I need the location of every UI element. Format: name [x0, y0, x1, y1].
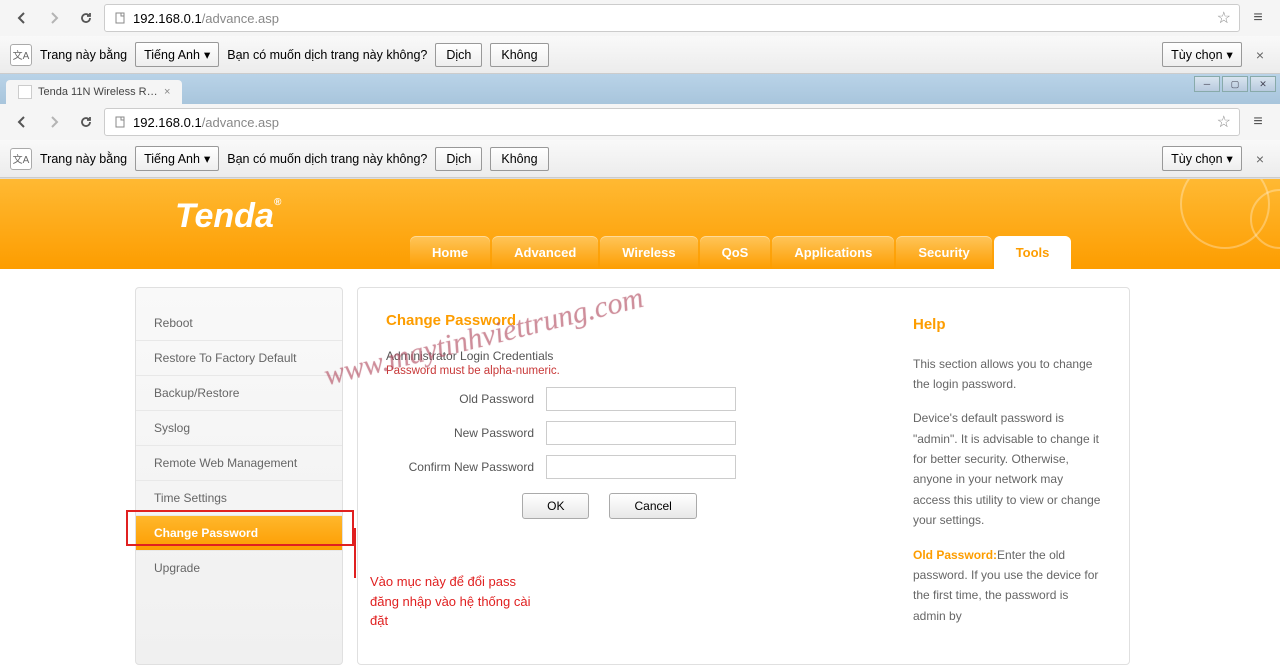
section-title: Change Password	[386, 312, 893, 329]
sidebar: RebootRestore To Factory DefaultBackup/R…	[135, 287, 343, 665]
sidebar-item-restore-to-factory-default[interactable]: Restore To Factory Default	[136, 341, 342, 376]
translate-question-2: Bạn có muốn dịch trang này không?	[227, 152, 427, 166]
tab-advanced[interactable]: Advanced	[492, 236, 598, 269]
sidebar-item-remote-web-management[interactable]: Remote Web Management	[136, 446, 342, 481]
tab-favicon	[18, 85, 32, 99]
tab-close-icon[interactable]: ×	[164, 86, 170, 98]
window-close[interactable]: ✕	[1250, 76, 1276, 92]
annotation-text: Vào mục này để đổi pass đăng nhập vào hệ…	[370, 572, 540, 631]
translate-lang-select[interactable]: Tiếng Anh▾	[135, 42, 219, 67]
address-bar-2[interactable]: 192.168.0.1/advance.asp ☆	[104, 108, 1240, 136]
forward-button-2[interactable]	[40, 108, 68, 136]
new-password-label: New Password	[386, 426, 546, 440]
help-text-1: This section allows you to change the lo…	[913, 354, 1101, 395]
help-text-2: Device's default password is "admin". It…	[913, 408, 1101, 530]
translate-lang-label-2: Trang này bằng	[40, 152, 127, 166]
sidebar-item-upgrade[interactable]: Upgrade	[136, 551, 342, 585]
help-title: Help	[913, 312, 1101, 338]
browser-tab[interactable]: Tenda 11N Wireless Route ×	[6, 80, 182, 104]
tab-security[interactable]: Security	[896, 236, 991, 269]
bookmark-star-icon-2[interactable]: ☆	[1217, 112, 1231, 132]
page-icon	[113, 115, 127, 129]
annotation-line	[354, 528, 356, 578]
password-note: Password must be alpha-numeric.	[386, 365, 893, 377]
tab-title: Tenda 11N Wireless Route	[38, 86, 158, 98]
tenda-logo: Tenda®	[175, 197, 281, 236]
tab-tools[interactable]: Tools	[994, 236, 1072, 269]
tab-applications[interactable]: Applications	[772, 236, 894, 269]
back-button[interactable]	[8, 4, 36, 32]
sidebar-item-time-settings[interactable]: Time Settings	[136, 481, 342, 516]
translate-lang-label: Trang này bằng	[40, 48, 127, 62]
tab-wireless[interactable]: Wireless	[600, 236, 697, 269]
reload-button[interactable]	[72, 4, 100, 32]
window-maximize[interactable]: ▢	[1222, 76, 1248, 92]
tab-qos[interactable]: QoS	[700, 236, 771, 269]
translate-lang-select-2[interactable]: Tiếng Anh▾	[135, 146, 219, 171]
help-panel: Help This section allows you to change t…	[913, 312, 1101, 640]
translate-close-icon[interactable]: ×	[1250, 47, 1270, 63]
translate-question: Bạn có muốn dịch trang này không?	[227, 48, 427, 62]
credentials-label: Administrator Login Credentials	[386, 349, 893, 363]
url-text-2: 192.168.0.1/advance.asp	[133, 115, 1211, 130]
router-header: Tenda® HomeAdvancedWirelessQoSApplicatio…	[0, 179, 1280, 269]
reload-button-2[interactable]	[72, 108, 100, 136]
old-password-label: Old Password	[386, 392, 546, 406]
address-bar[interactable]: 192.168.0.1/advance.asp ☆	[104, 4, 1240, 32]
help-text-3: Old Password:Enter the old password. If …	[913, 545, 1101, 627]
translate-yes-button[interactable]: Dịch	[435, 43, 482, 67]
url-text: 192.168.0.1/advance.asp	[133, 11, 1211, 26]
translate-yes-button-2[interactable]: Dịch	[435, 147, 482, 171]
translate-icon-2: 文A	[10, 148, 32, 170]
new-password-input[interactable]	[546, 421, 736, 445]
forward-button[interactable]	[40, 4, 68, 32]
confirm-password-label: Confirm New Password	[386, 460, 546, 474]
translate-options-button[interactable]: Tùy chọn▾	[1162, 42, 1242, 67]
tab-home[interactable]: Home	[410, 236, 490, 269]
sidebar-item-syslog[interactable]: Syslog	[136, 411, 342, 446]
translate-options-button-2[interactable]: Tùy chọn▾	[1162, 146, 1242, 171]
translate-icon: 文A	[10, 44, 32, 66]
sidebar-item-change-password[interactable]: Change Password	[136, 516, 342, 551]
old-password-input[interactable]	[546, 387, 736, 411]
window-minimize[interactable]: ─	[1194, 76, 1220, 92]
translate-no-button[interactable]: Không	[490, 43, 548, 67]
cancel-button[interactable]: Cancel	[609, 493, 696, 519]
sidebar-item-backup-restore[interactable]: Backup/Restore	[136, 376, 342, 411]
ok-button[interactable]: OK	[522, 493, 589, 519]
confirm-password-input[interactable]	[546, 455, 736, 479]
sidebar-item-reboot[interactable]: Reboot	[136, 306, 342, 341]
page-icon	[113, 11, 127, 25]
translate-close-icon-2[interactable]: ×	[1250, 151, 1270, 167]
back-button-2[interactable]	[8, 108, 36, 136]
chrome-menu-button[interactable]: ≡	[1244, 4, 1272, 32]
chrome-menu-button-2[interactable]: ≡	[1244, 108, 1272, 136]
translate-no-button-2[interactable]: Không	[490, 147, 548, 171]
bookmark-star-icon[interactable]: ☆	[1217, 8, 1231, 28]
